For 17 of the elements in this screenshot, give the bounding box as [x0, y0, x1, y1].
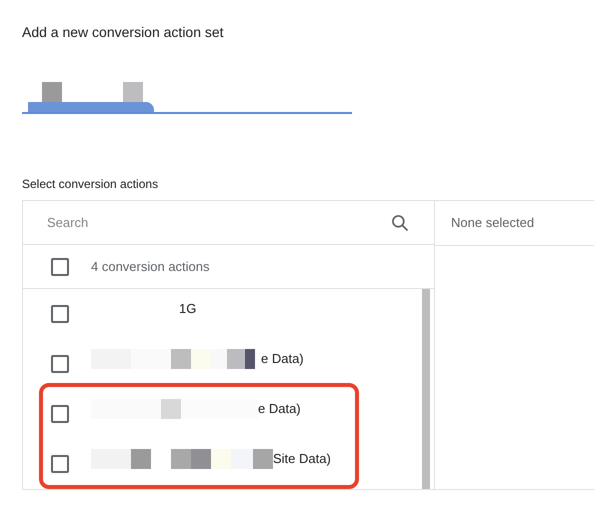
checkbox[interactable]: [51, 258, 69, 276]
section-label: Select conversion actions: [22, 176, 158, 193]
action-name: Site Data): [273, 450, 331, 468]
search-icon[interactable]: [390, 212, 410, 232]
action-name: e Data): [258, 400, 301, 418]
empty-selection-text: None selected: [451, 214, 534, 232]
checkbox[interactable]: [51, 355, 69, 373]
search-field[interactable]: Search: [47, 212, 390, 232]
scrollbar[interactable]: [422, 289, 430, 489]
action-name: e Data): [261, 350, 304, 368]
count-label: 4 conversion actions: [91, 258, 210, 276]
checkbox[interactable]: [51, 305, 69, 323]
checkbox[interactable]: [51, 455, 69, 473]
dialog-heading: Add a new conversion action set: [22, 23, 224, 42]
name-field[interactable]: [22, 80, 352, 114]
checkbox[interactable]: [51, 405, 69, 423]
action-name: 1G: [179, 300, 196, 318]
